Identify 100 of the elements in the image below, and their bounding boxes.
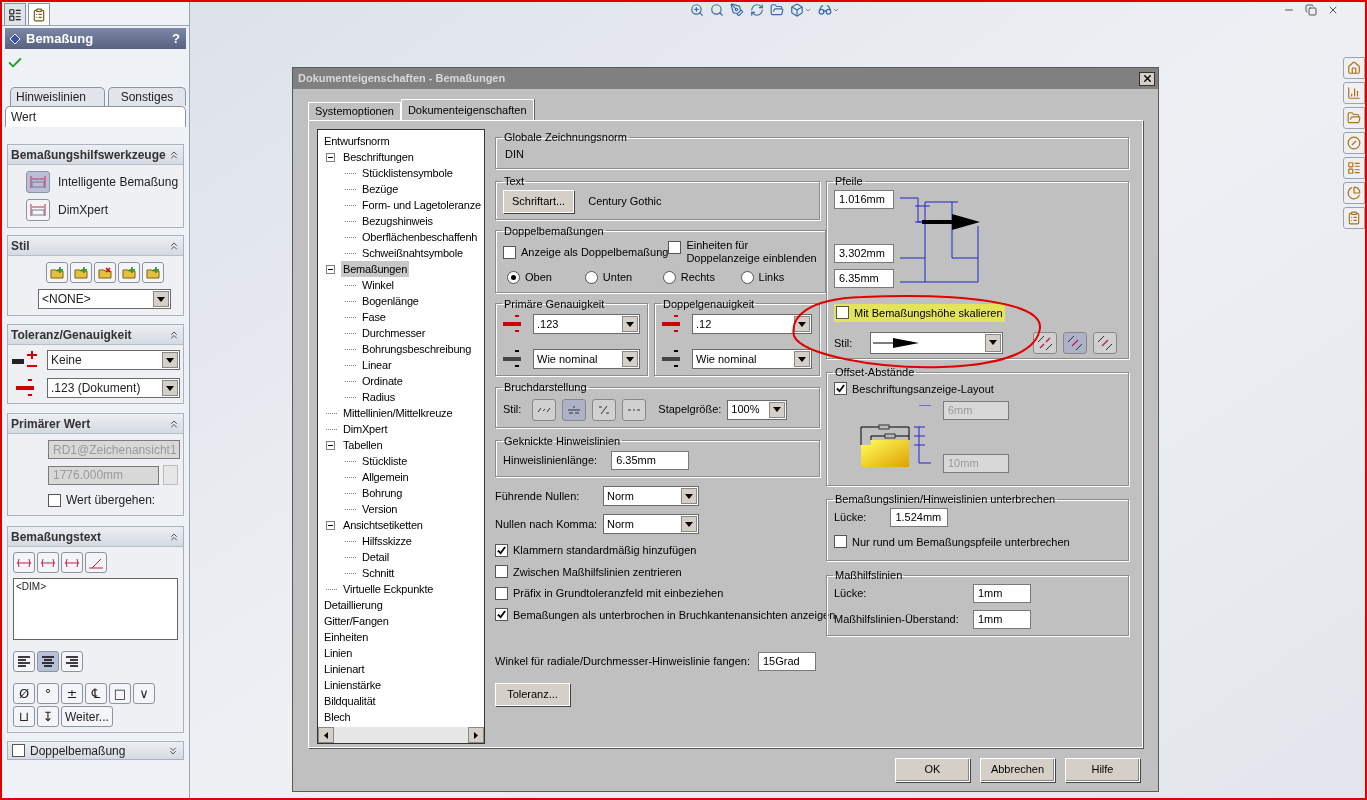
symbol-button[interactable]: ↧	[37, 706, 59, 727]
checkbox[interactable]	[495, 586, 508, 600]
toolbar-button[interactable]	[790, 3, 812, 17]
tree-item[interactable]: Schweißnahtsymbole	[360, 244, 465, 262]
tree-item[interactable]: Fase	[360, 308, 388, 326]
radio-label[interactable]: Rechts	[680, 269, 715, 286]
tree-item[interactable]: Mittellinien/Mittelkreuze	[341, 404, 455, 422]
symbol-button[interactable]: °	[37, 683, 59, 704]
tree-item[interactable]: Hilfsskizze	[360, 532, 414, 550]
more-button[interactable]: Weiter...	[61, 706, 113, 727]
style-tool-button[interactable]	[117, 262, 140, 283]
radio-label[interactable]: Unten	[602, 269, 633, 286]
tree-item[interactable]: Bogenlänge	[360, 292, 421, 310]
arrow-style-dropdown[interactable]	[870, 331, 1003, 354]
section-header[interactable]: Stil	[8, 236, 183, 256]
input-field[interactable]: 3.302mm	[834, 243, 894, 263]
section-header[interactable]: Doppelbemaßung	[7, 741, 184, 760]
checkbox-label[interactable]: Anzeige als Doppelbemaßung	[521, 244, 669, 261]
tree-item[interactable]: Ansichtsetiketten	[341, 516, 425, 534]
help-button[interactable]: ?	[169, 28, 183, 49]
symbol-button[interactable]: Ø	[13, 683, 35, 704]
dropdown-arrow-button[interactable]	[985, 333, 1001, 352]
tree-item[interactable]: Bezugshinweis	[360, 212, 435, 230]
dialog-button[interactable]: Abbrechen	[980, 757, 1055, 782]
radio-button[interactable]	[740, 270, 754, 284]
tree-item[interactable]: Bohrung	[360, 484, 405, 502]
input-field[interactable]: 15Grad	[757, 652, 816, 671]
tree-item[interactable]: Virtuelle Eckpunkte	[341, 580, 436, 598]
checkbox-label[interactable]: Klammern standardmäßig hinzufügen	[513, 542, 697, 559]
tree-item[interactable]: Gitter/Fangen	[322, 612, 391, 630]
dropdown-arrow-button[interactable]	[681, 516, 697, 532]
section-header[interactable]: Toleranz/Genauigkeit	[8, 325, 183, 345]
tree-item[interactable]: Allgemein	[360, 468, 411, 486]
tree-item[interactable]: Durchmesser	[360, 324, 428, 342]
dropdown[interactable]: Wie nominal	[692, 349, 812, 369]
checkbox[interactable]	[12, 744, 25, 757]
collapse-icon[interactable]	[326, 152, 335, 162]
tree-item[interactable]: Blech	[322, 708, 353, 726]
toolbar-button[interactable]	[818, 3, 840, 17]
checkbox-label[interactable]: Doppelbemaßung	[30, 741, 126, 760]
tree-item[interactable]: Bildqualität	[322, 692, 378, 710]
radio-label[interactable]: Oben	[525, 269, 552, 286]
tree-item[interactable]: Detaillierung	[322, 596, 385, 614]
style-tool-button[interactable]	[69, 262, 92, 283]
align-button[interactable]	[37, 651, 59, 672]
input-field[interactable]: 1mm	[973, 583, 1031, 603]
radio-label[interactable]: Links	[758, 269, 785, 286]
task-pane-tab[interactable]	[1343, 207, 1365, 229]
tree-item[interactable]: Linienstärke	[322, 676, 383, 694]
dropdown[interactable]: <NONE>	[38, 289, 171, 309]
align-button[interactable]	[13, 651, 35, 672]
dropdown-arrow-button[interactable]	[622, 351, 638, 367]
tab[interactable]: Dokumenteigenschaften	[400, 99, 534, 120]
checkbox-label[interactable]: Zwischen Maßhilfslinien zentrieren	[513, 563, 682, 580]
tool-button[interactable]	[26, 199, 50, 221]
font-button[interactable]: Schriftart...	[503, 189, 575, 213]
dropdown-arrow-button[interactable]	[153, 291, 169, 307]
text-area[interactable]: <DIM>	[13, 578, 178, 640]
scroll-right-button[interactable]	[468, 727, 484, 743]
tree-item[interactable]: Entwurfsnorm	[322, 132, 392, 150]
tree-item[interactable]: Form- und Lagetoleranze	[360, 196, 483, 214]
text-tool-button[interactable]	[85, 552, 107, 573]
fraction-style-button[interactable]	[622, 398, 647, 421]
scroll-left-button[interactable]	[318, 727, 334, 743]
dropdown-arrow-button[interactable]	[162, 380, 178, 396]
text-tool-button[interactable]	[37, 552, 59, 573]
symbol-button[interactable]: ℄	[85, 683, 107, 704]
toolbar-button[interactable]	[730, 3, 744, 17]
dropdown[interactable]: Norm	[603, 486, 699, 506]
checkbox[interactable]	[495, 565, 508, 579]
dialog-button[interactable]: OK	[895, 757, 970, 782]
collapse-icon[interactable]	[326, 440, 335, 450]
tree-item[interactable]: Linien	[322, 644, 355, 662]
dropdown[interactable]: Norm	[603, 514, 699, 534]
checkbox-label[interactable]: Mit Bemaßungshöhe skalieren	[854, 304, 1003, 321]
dialog-button[interactable]: Hilfe	[1065, 757, 1140, 782]
task-pane-tab[interactable]	[1343, 132, 1365, 154]
panel-tab[interactable]	[4, 3, 26, 25]
tree-item[interactable]: Beschriftungen	[341, 148, 416, 166]
checkbox[interactable]	[668, 241, 682, 254]
checkbox[interactable]	[836, 306, 849, 320]
checkbox[interactable]	[503, 245, 516, 259]
task-pane-tab[interactable]	[1343, 82, 1365, 104]
symbol-button[interactable]: ⊔	[13, 706, 35, 727]
align-button[interactable]	[61, 651, 83, 672]
checkbox[interactable]	[495, 543, 508, 557]
close-button[interactable]	[1139, 71, 1155, 86]
checkbox[interactable]	[495, 608, 508, 622]
task-pane-tab[interactable]	[1343, 57, 1365, 79]
tree-item[interactable]: Bezüge	[360, 180, 401, 198]
tree-item[interactable]: Version	[360, 500, 400, 518]
dropdown[interactable]: 100%	[727, 399, 788, 420]
tree-item[interactable]: Einheiten	[322, 628, 371, 646]
dropdown[interactable]: .123 (Dokument)	[47, 378, 180, 398]
arrow-placement-button[interactable]	[1093, 331, 1117, 354]
dropdown[interactable]: .123	[533, 314, 640, 334]
toolbar-button[interactable]	[710, 3, 724, 17]
tool-label[interactable]: DimXpert	[58, 201, 108, 219]
tool-label[interactable]: Intelligente Bemaßung	[58, 173, 179, 191]
fraction-style-button[interactable]	[592, 398, 617, 421]
